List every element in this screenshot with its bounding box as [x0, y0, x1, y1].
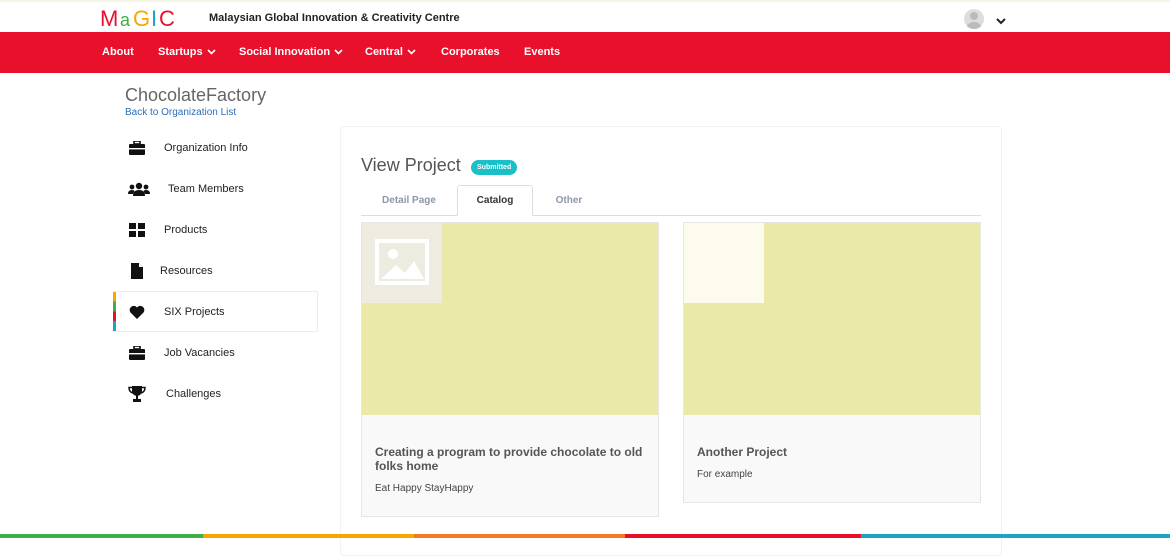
briefcase-icon [128, 139, 146, 157]
sidebar-item-label: Organization Info [164, 141, 248, 154]
svg-text:G: G [133, 8, 150, 30]
sidebar-item-products[interactable]: Products [113, 209, 318, 250]
chevron-down-icon[interactable] [996, 13, 1006, 25]
project-title: Creating a program to provide chocolate … [375, 445, 643, 473]
sidebar-item-label: Job Vacancies [164, 346, 235, 359]
magic-logo[interactable]: M a G I C [100, 8, 196, 30]
svg-text:I: I [151, 8, 157, 30]
chevron-down-icon [334, 49, 343, 55]
sidebar-item-label: Resources [160, 264, 213, 277]
back-to-organization-list-link[interactable]: Back to Organization List [125, 107, 236, 118]
sidebar-item-challenges[interactable]: Challenges [113, 373, 318, 414]
users-icon [128, 180, 150, 198]
nav-about[interactable]: About [102, 46, 134, 58]
project-image [362, 223, 658, 415]
nav-social-innovation[interactable]: Social Innovation [239, 46, 343, 58]
organization-title: ChocolateFactory [125, 85, 267, 105]
project-subtitle: Eat Happy StayHappy [375, 483, 474, 494]
sidebar-item-label: Challenges [166, 387, 222, 400]
image-placeholder-icon [362, 223, 442, 303]
tab-other[interactable]: Other [533, 185, 605, 216]
project-title: Another Project [697, 445, 788, 459]
nav-events[interactable]: Events [524, 46, 560, 58]
project-subtitle: For example [697, 469, 753, 480]
blank-thumbnail [684, 223, 764, 303]
svg-text:a: a [120, 10, 131, 30]
tab-detail-page[interactable]: Detail Page [361, 185, 457, 216]
sidebar-item-label: Team Members [168, 182, 244, 195]
footer-color-stripe [0, 534, 1170, 538]
main-nav: About Startups Social Innovation Central… [0, 32, 1170, 73]
trophy-icon [128, 385, 146, 403]
sidebar-item-organization-info[interactable]: Organization Info [113, 127, 318, 168]
sidebar-item-label: SIX Projects [164, 305, 225, 318]
file-icon [128, 262, 146, 280]
sidebar-item-six-projects[interactable]: SIX Projects [113, 291, 318, 332]
heart-icon [128, 303, 146, 321]
tab-catalog[interactable]: Catalog [457, 185, 533, 216]
project-card[interactable]: Another Project For example [683, 222, 981, 503]
sidebar-item-job-vacancies[interactable]: Job Vacancies [113, 332, 318, 373]
sidebar-item-label: Products [164, 223, 208, 236]
sidebar-item-resources[interactable]: Resources [113, 250, 318, 291]
briefcase-icon [128, 344, 146, 362]
site-name: Malaysian Global Innovation & Creativity… [209, 12, 460, 24]
user-avatar[interactable] [964, 9, 984, 29]
nav-corporates[interactable]: Corporates [441, 46, 500, 58]
project-card[interactable]: Creating a program to provide chocolate … [361, 222, 659, 517]
active-indicator [113, 292, 116, 331]
grid-icon [128, 221, 146, 239]
chevron-down-icon [407, 49, 416, 55]
chevron-down-icon [207, 49, 216, 55]
svg-text:C: C [159, 8, 175, 30]
top-header: M a G I C Malaysian Global Innovation & … [0, 0, 1170, 32]
nav-central[interactable]: Central [365, 46, 416, 58]
nav-startups[interactable]: Startups [158, 46, 216, 58]
status-badge: Submitted [471, 160, 518, 175]
project-image [684, 223, 980, 415]
sidebar-item-team-members[interactable]: Team Members [113, 168, 318, 209]
svg-text:M: M [100, 8, 118, 30]
page-title: View Project [361, 155, 461, 175]
